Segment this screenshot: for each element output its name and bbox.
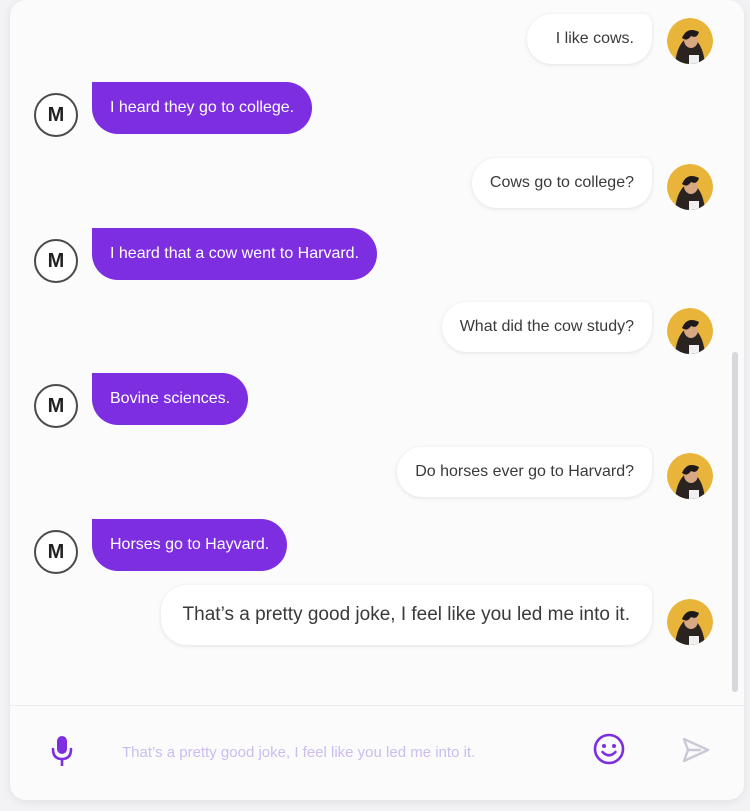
message-text: Cows go to college? [489,174,634,191]
bot-message: Bovine sciences. [92,373,249,425]
chat-window: I like cows. M I heard they go to colleg… [10,0,744,800]
user-message: I like cows. [527,14,652,64]
message-text: Do horses ever go to Harvard? [415,463,634,480]
smiley-icon[interactable] [592,732,626,766]
message-text: Horses go to Hayvard. [110,536,270,553]
bot-avatar: M [34,384,78,428]
bot-message: I heard they go to college. [92,82,313,134]
bot-avatar: M [34,93,78,137]
message-text: I heard they go to college. [110,99,295,116]
message-composer [10,705,744,800]
message-input[interactable] [120,734,584,770]
bot-message: I heard that a cow went to Harvard. [92,228,378,280]
bot-message: Horses go to Hayvard. [92,519,288,571]
message-text: I like cows. [555,30,634,47]
user-avatar [667,164,713,210]
user-avatar [667,599,713,645]
user-message: What did the cow study? [441,302,652,352]
bot-avatar-letter: M [47,540,65,563]
bot-avatar: M [34,530,78,574]
microphone-icon[interactable] [48,734,76,770]
user-message: Cows go to college? [471,158,652,208]
message-text: I heard that a cow went to Harvard. [110,245,360,262]
message-list[interactable]: I like cows. M I heard they go to colleg… [10,0,744,700]
scrollbar[interactable] [732,352,738,692]
bot-avatar-letter: M [47,103,65,126]
bot-avatar-letter: M [47,394,65,417]
message-text: That’s a pretty good joke, I feel like y… [182,604,630,625]
message-text: Bovine sciences. [110,390,231,407]
user-avatar [667,18,713,64]
message-text: What did the cow study? [459,318,634,335]
bot-avatar: M [34,239,78,283]
user-avatar [667,308,713,354]
user-message: That’s a pretty good joke, I feel like y… [160,585,652,645]
user-message: Do horses ever go to Harvard? [397,447,652,497]
send-icon[interactable] [680,734,712,766]
bot-avatar-letter: M [47,249,65,272]
user-avatar [667,453,713,499]
